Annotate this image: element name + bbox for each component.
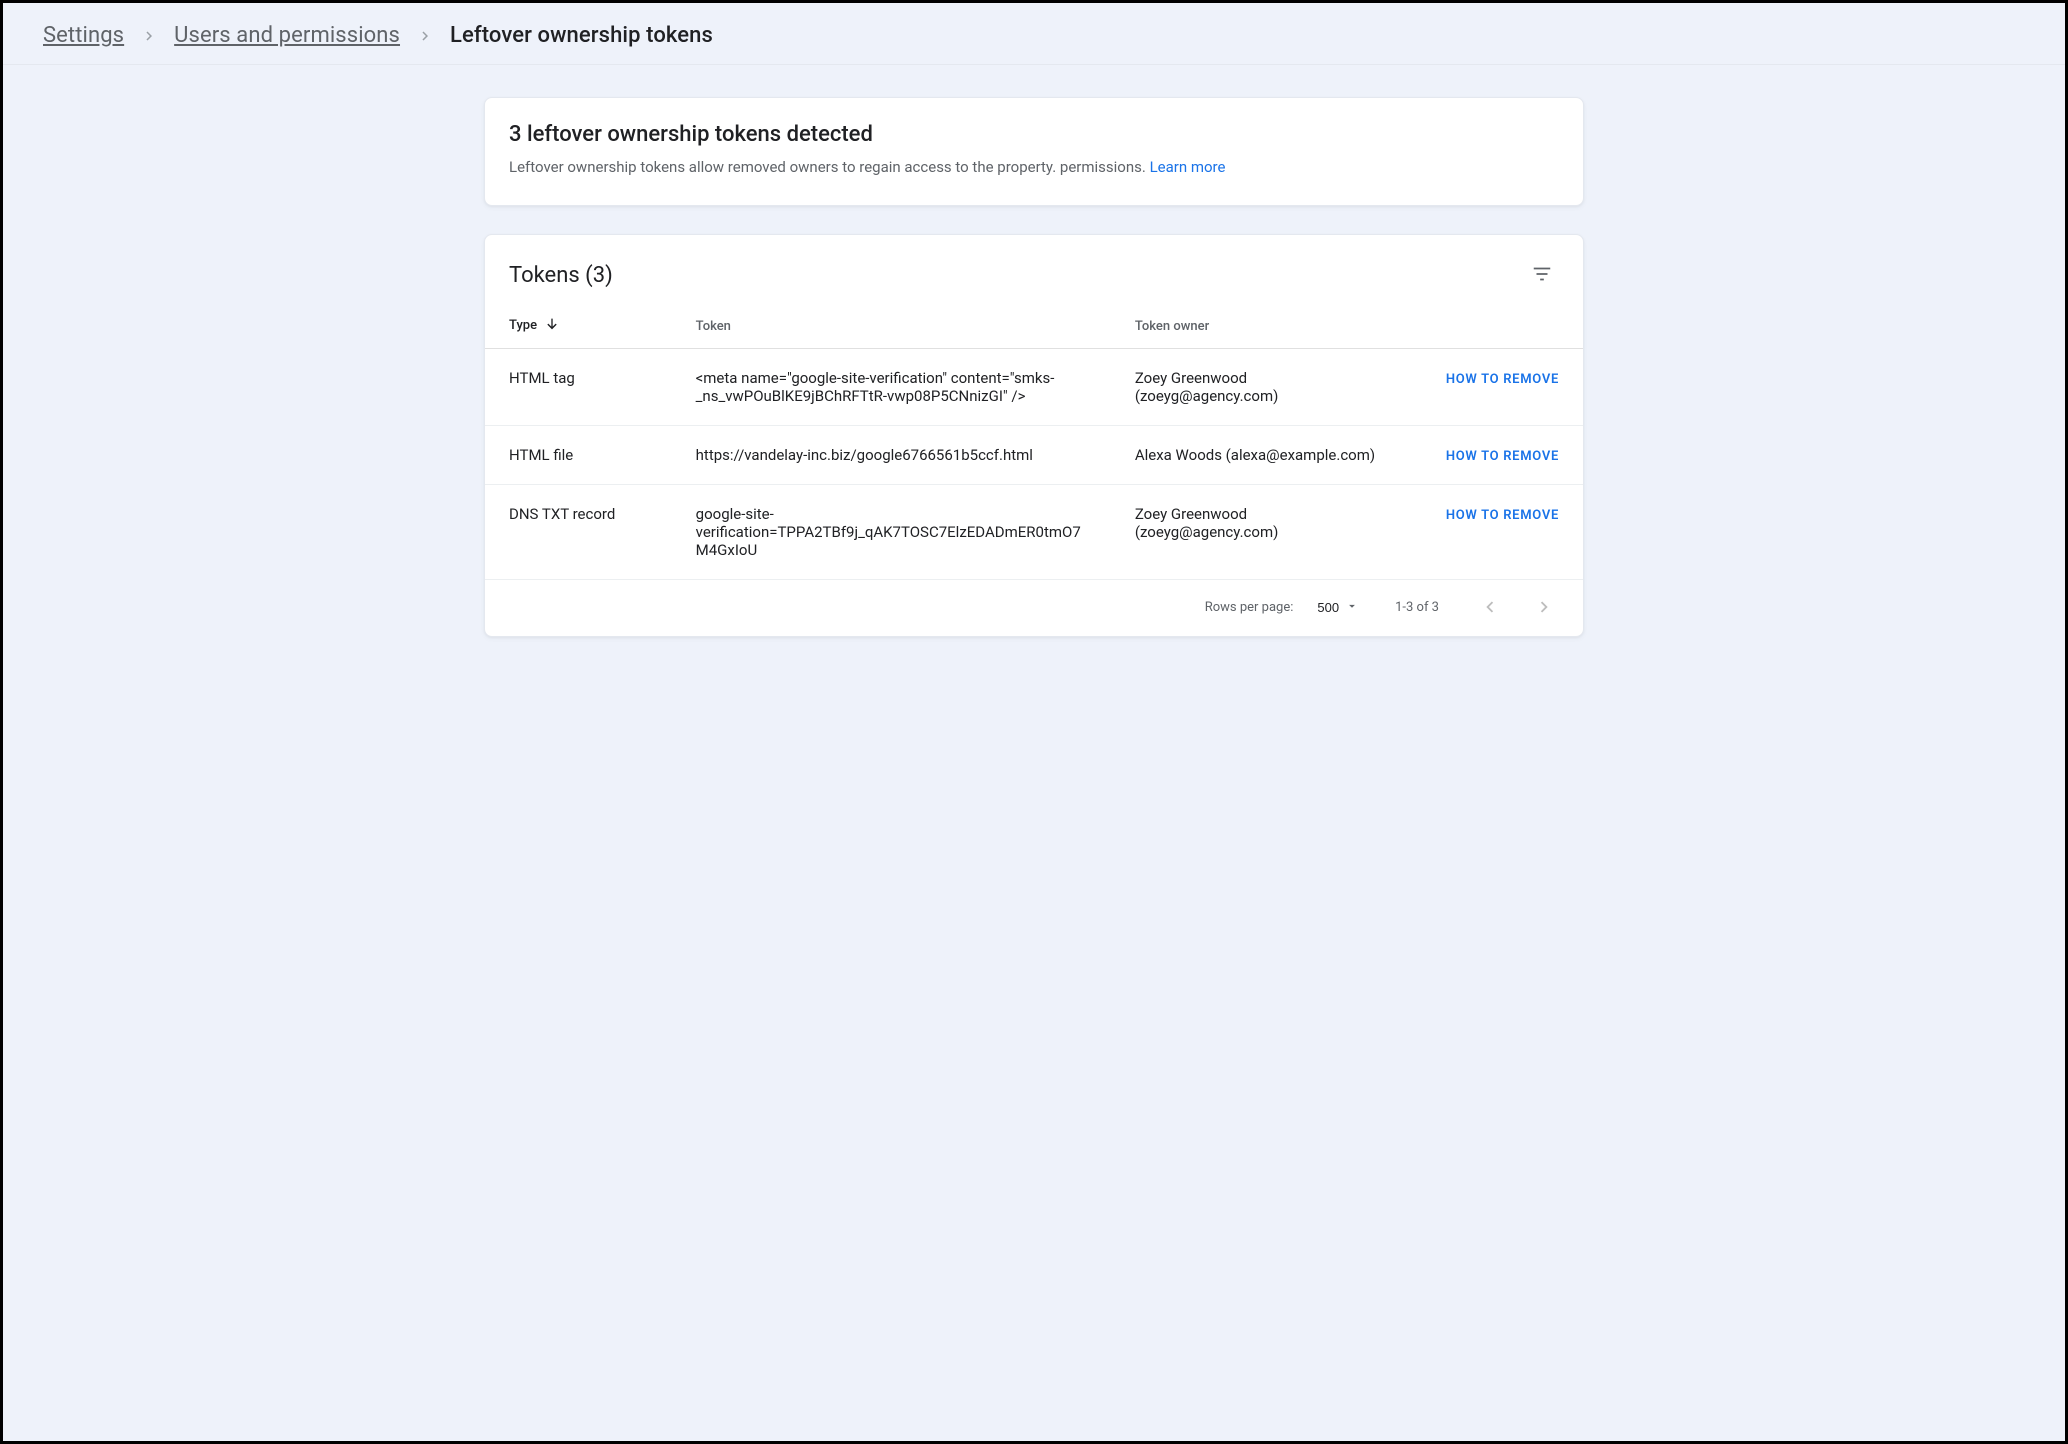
notice-body: Leftover ownership tokens allow removed … [509, 158, 1150, 176]
cell-token: <meta name="google-site-verification" co… [672, 349, 1111, 426]
table-row: HTML tag <meta name="google-site-verific… [485, 349, 1583, 426]
tokens-table: Type Token Token owner HTML tag <meta n [485, 302, 1583, 579]
cell-owner: Zoey Greenwood (zoeyg@agency.com) [1111, 485, 1418, 580]
table-row: HTML file https://vandelay-inc.biz/googl… [485, 426, 1583, 485]
chevron-right-icon [140, 27, 158, 45]
rows-per-page-value: 500 [1317, 600, 1339, 615]
filter-button[interactable] [1525, 257, 1559, 294]
table-footer: Rows per page: 500 1-3 of 3 [485, 579, 1583, 636]
breadcrumb-settings[interactable]: Settings [43, 23, 124, 48]
tokens-card: Tokens (3) Type [484, 234, 1584, 637]
arrow-down-icon [544, 321, 560, 336]
filter-icon [1531, 273, 1553, 288]
cell-type: HTML tag [485, 349, 672, 426]
tokens-title: Tokens (3) [509, 263, 613, 288]
notice-heading: 3 leftover ownership tokens detected [509, 122, 1559, 147]
table-row: DNS TXT record google-site-verification=… [485, 485, 1583, 580]
cell-type: HTML file [485, 426, 672, 485]
how-to-remove-link[interactable]: HOW TO REMOVE [1446, 508, 1559, 523]
col-header-action [1418, 302, 1583, 349]
how-to-remove-link[interactable]: HOW TO REMOVE [1446, 372, 1559, 387]
pagination-range: 1-3 of 3 [1395, 600, 1439, 615]
breadcrumb: Settings Users and permissions Leftover … [3, 3, 2065, 65]
breadcrumb-current: Leftover ownership tokens [450, 23, 713, 48]
cell-token: https://vandelay-inc.biz/google6766561b5… [672, 426, 1111, 485]
rows-per-page-select[interactable]: 500 [1317, 595, 1359, 620]
chevron-right-icon [416, 27, 434, 45]
cell-token: google-site-verification=TPPA2TBf9j_qAK7… [672, 485, 1111, 580]
chevron-left-icon [1479, 596, 1501, 618]
cell-owner: Zoey Greenwood (zoeyg@agency.com) [1111, 349, 1418, 426]
cell-type: DNS TXT record [485, 485, 672, 580]
notice-card: 3 leftover ownership tokens detected Lef… [484, 97, 1584, 206]
col-header-type-label: Type [509, 318, 537, 333]
rows-per-page-label: Rows per page: [1205, 600, 1294, 615]
cell-owner: Alexa Woods (alexa@example.com) [1111, 426, 1418, 485]
dropdown-icon [1345, 599, 1359, 616]
next-page-button[interactable] [1529, 592, 1559, 622]
chevron-right-icon [1533, 596, 1555, 618]
prev-page-button[interactable] [1475, 592, 1505, 622]
col-header-type[interactable]: Type [485, 302, 672, 349]
breadcrumb-users-permissions[interactable]: Users and permissions [174, 23, 400, 48]
col-header-token[interactable]: Token [672, 302, 1111, 349]
learn-more-link[interactable]: Learn more [1150, 158, 1226, 176]
how-to-remove-link[interactable]: HOW TO REMOVE [1446, 449, 1559, 464]
col-header-owner[interactable]: Token owner [1111, 302, 1418, 349]
